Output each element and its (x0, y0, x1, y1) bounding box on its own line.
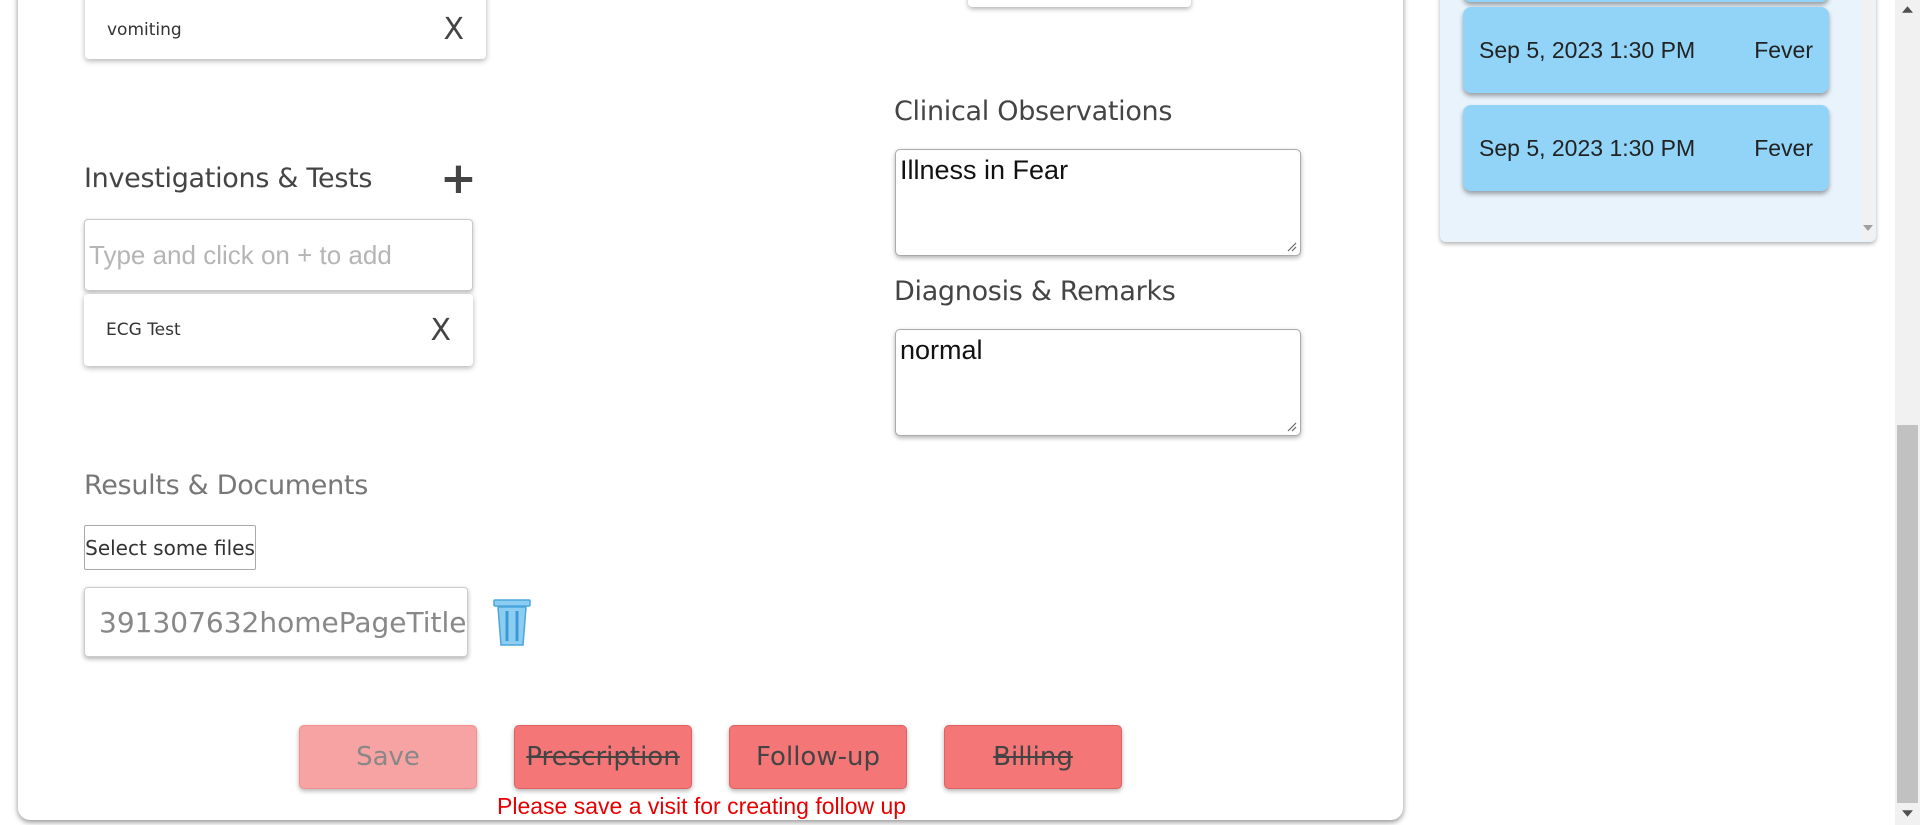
followup-button[interactable]: Follow-up (729, 725, 907, 789)
visit-history-scrollbar[interactable] (1862, 0, 1874, 240)
remove-investigation-button[interactable]: X (430, 313, 451, 348)
page-scrollbar-thumb[interactable] (1897, 425, 1918, 803)
symptom-chip: vomiting X (85, 0, 486, 59)
billing-button[interactable]: Billing (944, 725, 1122, 789)
save-button[interactable]: Save (299, 725, 477, 789)
select-files-button[interactable]: Select some files (84, 525, 256, 570)
investigation-input[interactable] (84, 219, 473, 291)
visit-history-card[interactable]: Sep 5, 2023 1:30 PM Fever (1463, 7, 1829, 93)
clinical-observations-textarea[interactable]: Illness in Fear (895, 149, 1301, 256)
diagnosis-title: Diagnosis & Remarks (894, 276, 1176, 307)
prescription-button[interactable]: Prescription (514, 725, 692, 789)
uploaded-file-name: 391307632homePageTitle.p... (99, 605, 467, 639)
remove-symptom-button[interactable]: X (443, 12, 464, 47)
investigation-chip: ECG Test X (84, 294, 473, 366)
visit-reason: Fever (1754, 134, 1813, 161)
arrow-up-icon[interactable] (1902, 6, 1913, 13)
followup-warning: Please save a visit for creating follow … (497, 793, 907, 819)
clinical-observations-value: Illness in Fear (900, 155, 1069, 185)
upper-field-bottom (968, 0, 1191, 7)
resize-grip-icon[interactable] (1285, 240, 1297, 252)
visit-history-card-partial[interactable] (1463, 0, 1829, 2)
symptom-chip-label: vomiting (107, 19, 182, 40)
trash-icon[interactable] (492, 598, 532, 648)
add-investigation-button[interactable]: + (440, 157, 477, 201)
resize-grip-icon[interactable] (1285, 420, 1297, 432)
arrow-down-icon[interactable] (1902, 810, 1913, 817)
diagnosis-textarea[interactable]: normal (895, 329, 1301, 436)
clinical-observations-title: Clinical Observations (894, 96, 1173, 127)
visit-datetime: Sep 5, 2023 1:30 PM (1479, 36, 1696, 63)
diagnosis-value: normal (900, 335, 983, 365)
visit-history-card[interactable]: Sep 5, 2023 1:30 PM Fever (1463, 105, 1829, 191)
visit-datetime: Sep 5, 2023 1:30 PM (1479, 134, 1696, 161)
arrow-down-icon[interactable] (1863, 225, 1873, 231)
investigations-title: Investigations & Tests (84, 163, 373, 194)
investigation-chip-label: ECG Test (106, 320, 181, 340)
results-title: Results & Documents (84, 470, 368, 501)
visit-reason: Fever (1754, 36, 1813, 63)
uploaded-file-chip: 391307632homePageTitle.p... (84, 587, 468, 657)
